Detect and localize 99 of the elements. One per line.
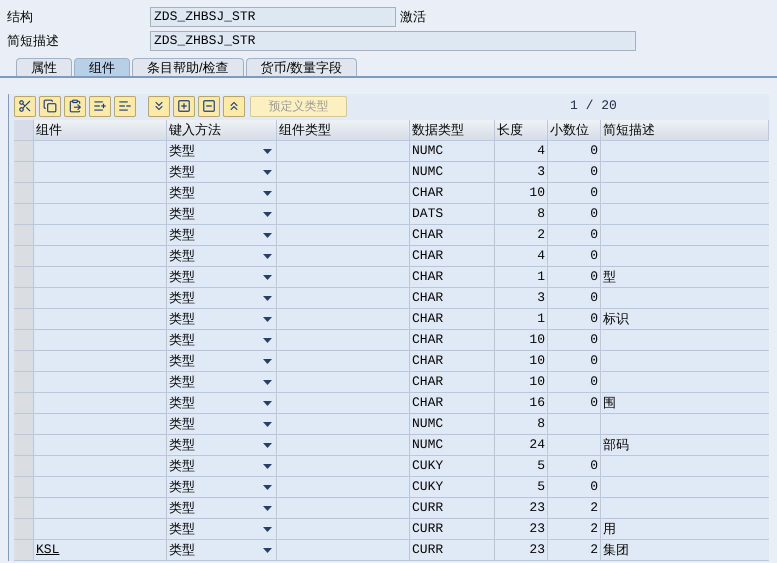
copy-icon <box>43 99 57 113</box>
toolbar-button[interactable] <box>64 96 86 116</box>
row-selector[interactable] <box>14 162 34 183</box>
toolbar-button[interactable] <box>114 96 136 116</box>
decimals-cell: 2 <box>548 540 601 561</box>
dropdown-value: 类型 <box>169 310 195 328</box>
dropdown-value: 类型 <box>169 289 195 308</box>
row-selector[interactable] <box>14 246 34 267</box>
paste-icon <box>68 99 82 113</box>
entry-method-dropdown[interactable]: 类型 <box>167 540 277 561</box>
column-header[interactable]: 组件 <box>34 120 167 141</box>
tab[interactable]: 货币/数量字段 <box>246 58 358 76</box>
toolbar-button[interactable] <box>148 96 170 116</box>
row-selector[interactable] <box>14 519 34 540</box>
dropdown-arrow-icon <box>263 296 272 300</box>
dropdown-value: 类型 <box>169 331 195 350</box>
row-selector[interactable] <box>14 183 34 204</box>
tab[interactable]: 条目帮助/检查 <box>132 58 244 76</box>
dropdown-value: 类型 <box>169 226 195 244</box>
dropdown-value: 类型 <box>169 394 195 412</box>
toolbar-button[interactable] <box>39 96 61 116</box>
row-selector[interactable] <box>14 225 34 246</box>
component-link[interactable]: KSL <box>36 540 60 560</box>
delete-row-icon <box>118 99 132 113</box>
dropdown-value: 类型 <box>169 457 195 476</box>
dropdown-value: 类型 <box>169 499 195 518</box>
row-selector[interactable] <box>14 540 34 561</box>
field-label: 简短描述 <box>6 32 60 50</box>
dropdown-value: 类型 <box>169 163 195 182</box>
dropdown-arrow-icon <box>263 190 272 196</box>
row-selector[interactable] <box>14 435 34 456</box>
row-selector[interactable] <box>14 330 34 351</box>
toolbar-button[interactable] <box>198 96 220 116</box>
dropdown-arrow-icon <box>263 484 272 490</box>
status-text: 激活 <box>400 8 426 26</box>
square-minus-icon <box>202 99 216 113</box>
field-label: 结构 <box>6 8 34 26</box>
dropdown-arrow-icon <box>263 148 272 154</box>
text-field[interactable]: ZDS_ZHBSJ_STR <box>150 31 636 51</box>
column-header[interactable]: 数据类型 <box>410 120 495 141</box>
dropdown-arrow-icon <box>263 254 272 258</box>
dropdown-arrow-icon <box>263 464 272 468</box>
dropdown-value: 类型 <box>169 352 195 370</box>
row-selector[interactable] <box>14 372 34 393</box>
dropdown-arrow-icon <box>263 380 272 384</box>
dropdown-arrow-icon <box>263 442 272 448</box>
dropdown-arrow-icon <box>263 274 272 280</box>
dropdown-value: 类型 <box>169 541 195 560</box>
column-header[interactable]: 组件类型 <box>277 120 410 141</box>
column-header[interactable]: 小数位 <box>548 120 601 141</box>
toolbar-button[interactable] <box>89 96 111 116</box>
row-selector[interactable] <box>14 414 34 435</box>
dropdown-arrow-icon <box>263 506 272 510</box>
toolbar-button[interactable] <box>223 96 245 116</box>
column-header[interactable]: 简短描述 <box>601 120 769 141</box>
dropdown-value: 类型 <box>169 436 195 454</box>
length-cell: 23 <box>495 540 548 561</box>
toolbar-button[interactable] <box>14 96 36 116</box>
dropdown-value: 类型 <box>169 268 195 286</box>
dropdown-value: 类型 <box>169 184 195 202</box>
dropdown-arrow-icon <box>263 422 272 426</box>
tab[interactable]: 组件 <box>74 58 130 76</box>
dropdown-arrow-icon <box>263 548 272 552</box>
column-header[interactable]: 键入方法 <box>167 120 277 141</box>
row-selector[interactable] <box>14 288 34 309</box>
row-selector[interactable] <box>14 393 34 414</box>
dropdown-arrow-icon <box>263 358 272 364</box>
row-selector[interactable] <box>14 477 34 498</box>
text-field[interactable]: ZDS_ZHBSJ_STR <box>150 7 396 27</box>
dropdown-value: 类型 <box>169 478 195 496</box>
square-plus-icon <box>177 99 191 113</box>
dropdown-value: 类型 <box>169 247 195 266</box>
scissors-icon <box>18 99 32 113</box>
dropdown-value: 类型 <box>169 373 195 392</box>
row-selector[interactable] <box>14 456 34 477</box>
row-selector[interactable] <box>14 267 34 288</box>
dropdown-value: 类型 <box>169 142 195 160</box>
dropdown-value: 类型 <box>169 520 195 538</box>
dropdown-arrow-icon <box>263 170 272 174</box>
row-selector[interactable] <box>14 498 34 519</box>
row-selector[interactable] <box>14 351 34 372</box>
row-selector[interactable] <box>14 204 34 225</box>
row-selector[interactable] <box>14 309 34 330</box>
dropdown-arrow-icon <box>263 526 272 532</box>
description-cell: 集团 <box>601 540 769 561</box>
dropdown-arrow-icon <box>263 232 272 238</box>
dropdown-value: 类型 <box>169 415 195 434</box>
dropdown-arrow-icon <box>263 400 272 406</box>
tab[interactable]: 属性 <box>16 58 72 76</box>
data-type-cell: CURR <box>410 540 495 561</box>
dropdown-value: 类型 <box>169 205 195 224</box>
insert-row-icon <box>93 99 107 113</box>
column-header[interactable]: 长度 <box>495 120 548 141</box>
toolbar-button[interactable] <box>173 96 195 116</box>
dropdown-arrow-icon <box>263 338 272 342</box>
dropdown-arrow-icon <box>263 212 272 216</box>
page-indicator: 1 / 20 <box>570 97 617 116</box>
row-selector[interactable] <box>14 141 34 162</box>
dropdown-arrow-icon <box>263 316 272 322</box>
